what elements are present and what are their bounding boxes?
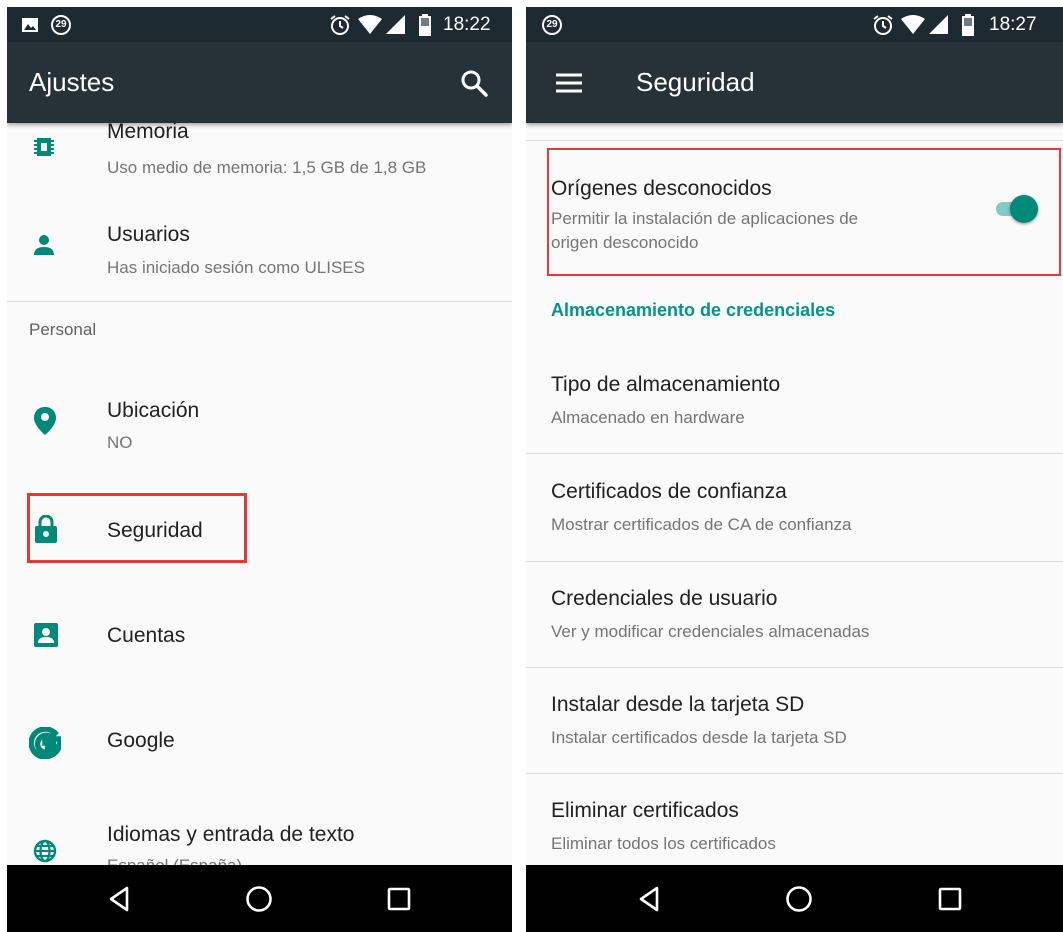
status-time: 18:22 (443, 13, 491, 35)
list-item-trusted-certificates[interactable]: Certificados de confianza Mostrar certif… (526, 454, 1063, 561)
list-item-memoria[interactable]: Memoria Uso medio de memoria: 1,5 GB de … (7, 123, 512, 183)
item-title: Eliminar certificados (551, 799, 739, 822)
notification-badge: 29 (542, 7, 562, 42)
status-bar: 29 18:22 (7, 7, 512, 42)
item-title: Google (107, 729, 175, 752)
list-item-seguridad[interactable]: Seguridad (7, 493, 512, 563)
back-icon[interactable] (614, 865, 684, 932)
person-icon (32, 233, 56, 262)
image-notification-icon (21, 7, 39, 42)
alarm-icon (329, 7, 351, 42)
item-title: Credenciales de usuario (551, 587, 778, 610)
item-title: Memoria (107, 123, 189, 143)
list-item-user-credentials[interactable]: Credenciales de usuario Ver y modificar … (526, 562, 1063, 668)
item-title: Orígenes desconocidos (551, 177, 772, 200)
list-item-ubicacion[interactable]: Ubicación NO (7, 389, 512, 469)
list-item-storage-type[interactable]: Tipo de almacenamiento Almacenado en har… (526, 347, 1063, 453)
settings-list: Memoria Uso medio de memoria: 1,5 GB de … (7, 123, 512, 865)
unknown-sources-toggle[interactable] (992, 194, 1038, 224)
navigation-bar (7, 865, 512, 932)
item-subtitle: Has iniciado sesión como ULISES (107, 258, 365, 277)
battery-icon (962, 7, 974, 42)
settings-screen: 29 18:22 Ajustes Memoria Uso medio de me… (7, 7, 512, 932)
item-subtitle: Instalar certificados desde la tarjeta S… (551, 728, 847, 747)
item-title: Instalar desde la tarjeta SD (551, 693, 805, 716)
list-item-cuentas[interactable]: Cuentas (7, 603, 512, 673)
item-subtitle-line1: Permitir la instalación de aplicaciones … (551, 209, 859, 228)
page-title: Ajustes (29, 67, 115, 97)
list-item-clear-credentials[interactable]: Eliminar certificados Eliminar todos los… (526, 774, 1063, 865)
item-title: Ubicación (107, 399, 200, 422)
status-bar: 29 18:27 (526, 7, 1063, 42)
toggle-thumb (1010, 195, 1038, 223)
item-subtitle: Uso medio de memoria: 1,5 GB de 1,8 GB (107, 158, 427, 177)
divider (7, 301, 512, 302)
memory-icon (32, 135, 56, 164)
signal-icon (929, 7, 949, 42)
category-header: Personal (29, 320, 97, 339)
item-subtitle-line2: origen desconocido (551, 233, 699, 252)
section-header: Almacenamiento de credenciales (551, 300, 836, 320)
item-subtitle: Español (España) (107, 853, 242, 865)
home-icon[interactable] (764, 865, 834, 932)
signal-icon (386, 7, 406, 42)
google-icon (28, 726, 63, 764)
wifi-icon (901, 7, 925, 42)
item-subtitle: Ver y modificar credenciales almacenadas (551, 622, 870, 641)
list-item-usuarios[interactable]: Usuarios Has iniciado sesión como ULISES (7, 211, 512, 291)
divider (526, 140, 1063, 141)
home-icon[interactable] (224, 865, 294, 932)
notification-badge: 29 (51, 7, 71, 42)
status-time: 18:27 (989, 13, 1037, 35)
app-bar: Ajustes (7, 42, 512, 123)
item-subtitle: NO (107, 433, 133, 452)
security-screen: 29 18:27 Seguridad Orígenes desconocidos… (526, 7, 1063, 932)
location-pin-icon (34, 407, 56, 440)
search-icon[interactable] (459, 68, 489, 98)
wifi-icon (358, 7, 382, 42)
back-icon[interactable] (84, 865, 154, 932)
page-title: Seguridad (636, 67, 755, 97)
recents-icon[interactable] (915, 865, 985, 932)
item-title: Certificados de confianza (551, 480, 787, 503)
item-title: Cuentas (107, 624, 186, 647)
item-title: Idiomas y entrada de texto (107, 823, 355, 846)
item-subtitle: Almacenado en hardware (551, 408, 745, 427)
item-title: Usuarios (107, 223, 190, 246)
recents-icon[interactable] (364, 865, 434, 932)
item-title: Tipo de almacenamiento (551, 373, 781, 396)
alarm-icon (872, 7, 894, 42)
list-item-idiomas[interactable]: Idiomas y entrada de texto Español (Espa… (7, 811, 512, 865)
security-settings-list: Orígenes desconocidos Permitir la instal… (526, 123, 1063, 865)
app-bar: Seguridad (526, 42, 1063, 123)
navigation-bar (526, 865, 1063, 932)
item-subtitle: Eliminar todos los certificados (551, 834, 776, 853)
account-box-icon (34, 623, 58, 652)
list-item-install-from-sd[interactable]: Instalar desde la tarjeta SD Instalar ce… (526, 668, 1063, 774)
menu-icon[interactable] (556, 72, 582, 94)
item-title: Seguridad (107, 519, 203, 542)
battery-icon (419, 7, 431, 42)
item-subtitle: Mostrar certificados de CA de confianza (551, 515, 852, 534)
globe-icon (33, 839, 57, 865)
list-item-google[interactable]: Google (7, 708, 512, 778)
list-item-unknown-sources[interactable]: Orígenes desconocidos Permitir la instal… (526, 151, 1063, 277)
lock-icon (35, 514, 57, 548)
